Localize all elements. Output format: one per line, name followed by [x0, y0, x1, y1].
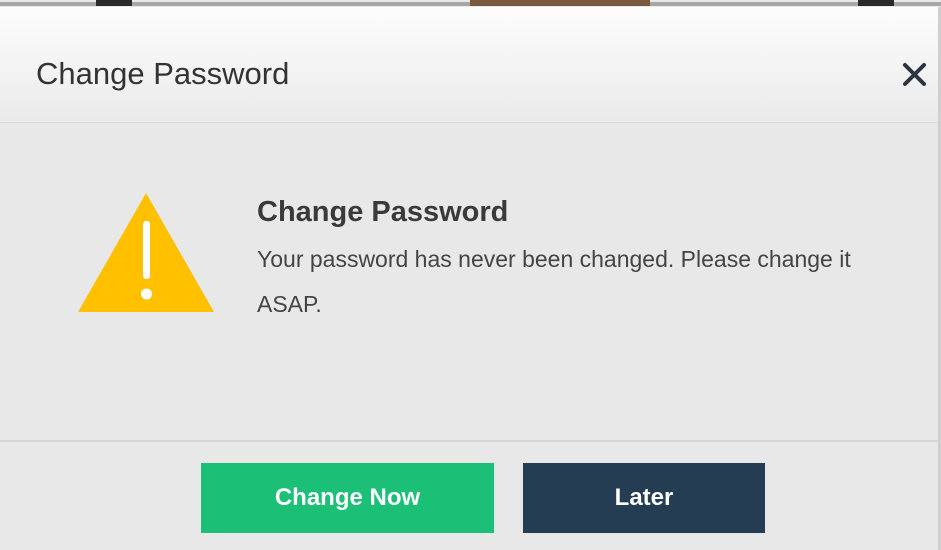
change-now-button[interactable]: Change Now [201, 463, 494, 533]
background-window-edge [0, 0, 941, 7]
later-button[interactable]: Later [523, 463, 765, 533]
change-password-dialog: Change Password Change Password Your pas… [0, 7, 941, 550]
warning-icon [78, 193, 214, 312]
background-element [470, 0, 650, 6]
background-element [96, 0, 132, 6]
dialog-title: Change Password [36, 56, 290, 91]
message-title: Change Password [257, 196, 509, 228]
background-element [858, 0, 894, 6]
dialog-header: Change Password [0, 7, 941, 123]
footer-divider [0, 440, 941, 442]
message-body: Your password has never been changed. Pl… [257, 246, 851, 317]
close-button[interactable] [894, 55, 934, 95]
close-icon [903, 63, 926, 86]
